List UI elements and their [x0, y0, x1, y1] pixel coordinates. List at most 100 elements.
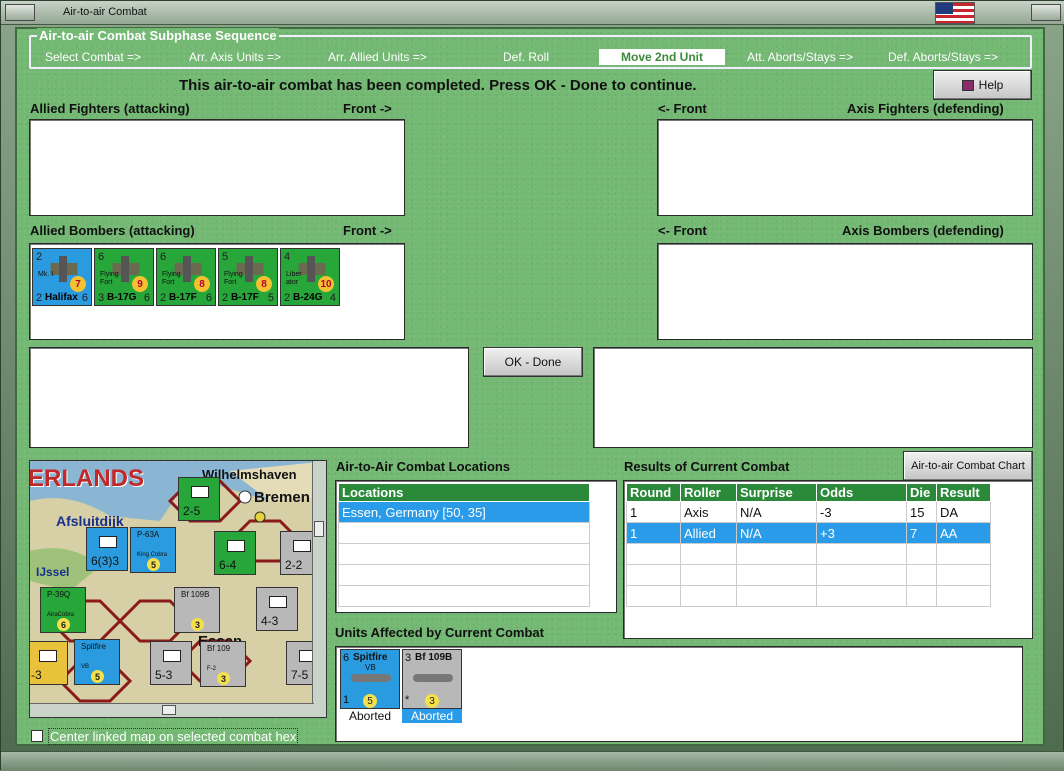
cell-surprise: N/A — [736, 522, 817, 544]
col-round: Round — [626, 483, 681, 502]
counter-left-value: 3 — [98, 292, 105, 304]
map-ground-counter[interactable]: 4-3 — [256, 587, 298, 631]
affected-unit-counter[interactable]: 3 Bf 109B 3 * — [402, 649, 462, 709]
counter-right-value: 6 — [205, 292, 212, 304]
seq-step-def-roll: Def. Roll — [503, 50, 550, 64]
us-flag-icon — [935, 2, 975, 24]
table-row-empty — [626, 564, 991, 586]
affected-unit-sub: VB — [365, 663, 376, 672]
bomber-counter[interactable]: 6 Flying Fort 9 3 6 B-17G — [94, 248, 154, 306]
unit-symbol-icon — [39, 650, 57, 662]
counter-value-badge: 9 — [132, 276, 148, 292]
cell-roller: Axis — [680, 501, 737, 523]
affected-top-value: 6 — [343, 652, 350, 664]
affected-unit-name: Bf 109B — [415, 652, 453, 663]
window-title: Air-to-air Combat — [63, 6, 147, 18]
cell-odds: +3 — [816, 522, 907, 544]
counter-right-value: 4 — [329, 292, 336, 304]
counter-name: Halifax — [45, 292, 78, 303]
affected-status-label: Aborted — [402, 709, 462, 723]
seq-step-att-aborts: Att. Aborts/Stays => — [747, 50, 854, 64]
map-air-counter[interactable]: Bf 109B 3 — [174, 587, 220, 633]
affected-status-label: Aborted — [348, 709, 392, 723]
allied-result-box — [29, 347, 469, 448]
locations-header: Locations — [338, 483, 590, 502]
help-button[interactable]: Help — [933, 70, 1032, 100]
map-ground-counter[interactable]: -3 — [30, 641, 68, 685]
counter-left-value: 2 — [284, 292, 291, 304]
map-counter-badge: 5 — [91, 670, 104, 683]
col-roller: Roller — [680, 483, 737, 502]
table-row[interactable]: 1 Allied N/A +3 7 AA — [626, 522, 991, 544]
cell-die: 15 — [906, 501, 937, 523]
unit-symbol-icon — [99, 536, 117, 548]
map-counter-badge: 3 — [217, 672, 230, 685]
location-row-empty — [338, 585, 590, 607]
counter-top-value: 5 — [222, 251, 229, 263]
table-row[interactable]: 1 Axis N/A -3 15 DA — [626, 501, 991, 523]
locations-title: Air-to-Air Combat Locations — [336, 459, 511, 474]
bomber-counter[interactable]: 5 Flying Fort 8 2 5 B-17F — [218, 248, 278, 306]
map-ground-strength: 7-5 — [291, 668, 309, 682]
location-row-empty — [338, 564, 590, 586]
results-title: Results of Current Combat — [624, 459, 790, 474]
map-ground-strength: 5-3 — [155, 668, 173, 682]
map-hscroll-thumb[interactable] — [162, 705, 176, 715]
map-counter-badge: 5 — [147, 558, 160, 571]
affected-bottom-value: * — [405, 694, 410, 706]
counter-class-label: Flying Fort — [162, 271, 181, 286]
affected-value-badge: 3 — [425, 694, 439, 708]
center-map-label[interactable]: Center linked map on selected combat hex — [48, 728, 299, 745]
unit-symbol-icon — [293, 540, 311, 552]
window-menu-icon[interactable] — [5, 4, 35, 21]
map-counter-badge: 6 — [57, 618, 70, 631]
counter-value-badge: 8 — [194, 276, 210, 292]
counter-top-value: 4 — [284, 251, 291, 263]
bomber-counter[interactable]: 4 Liber ator 10 2 4 B-24G — [280, 248, 340, 306]
affected-value-badge: 5 — [363, 694, 377, 708]
ok-done-button[interactable]: OK - Done — [483, 347, 583, 377]
map-ground-counter[interactable]: 2-5 — [178, 477, 220, 521]
map-air-counter[interactable]: Spitfire VB 5 — [74, 639, 120, 685]
combat-chart-button[interactable]: Air-to-air Combat Chart — [903, 451, 1033, 481]
help-label: Help — [978, 78, 1004, 92]
bomber-counter[interactable]: 6 Flying Fort 8 2 6 B-17F — [156, 248, 216, 306]
front-left-label: <- Front — [658, 101, 707, 116]
linked-map[interactable]: ERLANDS Wilhelmshaven Bremen Afsluitdijk… — [29, 460, 327, 718]
map-label-ijssel: IJssel — [36, 565, 70, 579]
counter-top-value: 6 — [98, 251, 105, 263]
counter-top-value: 6 — [160, 251, 167, 263]
counter-class-label: Flying Fort — [224, 271, 243, 286]
bomber-counter[interactable]: 2 Mk. I 7 2 6 Halifax — [32, 248, 92, 306]
map-air-counter[interactable]: P-39Q AiraCobra 6 — [40, 587, 86, 633]
center-map-checkbox[interactable] — [31, 730, 43, 742]
affected-unit-counter[interactable]: 6 Spitfire VB 5 1 — [340, 649, 400, 709]
unit-symbol-icon — [191, 486, 209, 498]
affected-title: Units Affected by Current Combat — [335, 625, 544, 640]
results-panel: Round Roller Surprise Odds Die Result 1 … — [623, 480, 1033, 639]
col-surprise: Surprise — [736, 483, 817, 502]
sequence-title: Air-to-air Combat Subphase Sequence — [37, 28, 279, 43]
map-ground-counter[interactable]: 5-3 — [150, 641, 192, 685]
map-counter-name: Spitfire — [81, 642, 106, 651]
axis-fighters-box[interactable] — [657, 119, 1033, 216]
location-cell: Essen, Germany [50, 35] — [338, 501, 590, 523]
map-air-counter[interactable]: Bf 109 F-2 3 — [200, 641, 246, 687]
map-ground-counter[interactable]: 6-4 — [214, 531, 256, 575]
close-icon[interactable] — [1031, 4, 1061, 21]
map-ground-counter[interactable]: 6(3)3 — [86, 527, 128, 571]
table-row-empty — [626, 585, 991, 607]
locations-list[interactable]: Locations Essen, Germany [50, 35] — [335, 480, 617, 613]
map-vertical-scrollbar[interactable] — [312, 461, 326, 717]
location-row[interactable]: Essen, Germany [50, 35] — [338, 501, 590, 523]
allied-fighters-box[interactable] — [29, 119, 405, 216]
map-vscroll-thumb[interactable] — [314, 521, 324, 537]
map-counter-sub: VB — [81, 664, 90, 670]
map-label-bremen: Bremen — [254, 489, 310, 506]
map-horizontal-scrollbar[interactable] — [30, 703, 314, 717]
axis-bombers-box[interactable] — [657, 243, 1033, 340]
counter-right-value: 5 — [267, 292, 274, 304]
map-counter-badge: 3 — [191, 618, 204, 631]
map-ground-strength: 2-2 — [285, 558, 303, 572]
map-air-counter[interactable]: P-63A King Cobra 5 — [130, 527, 176, 573]
